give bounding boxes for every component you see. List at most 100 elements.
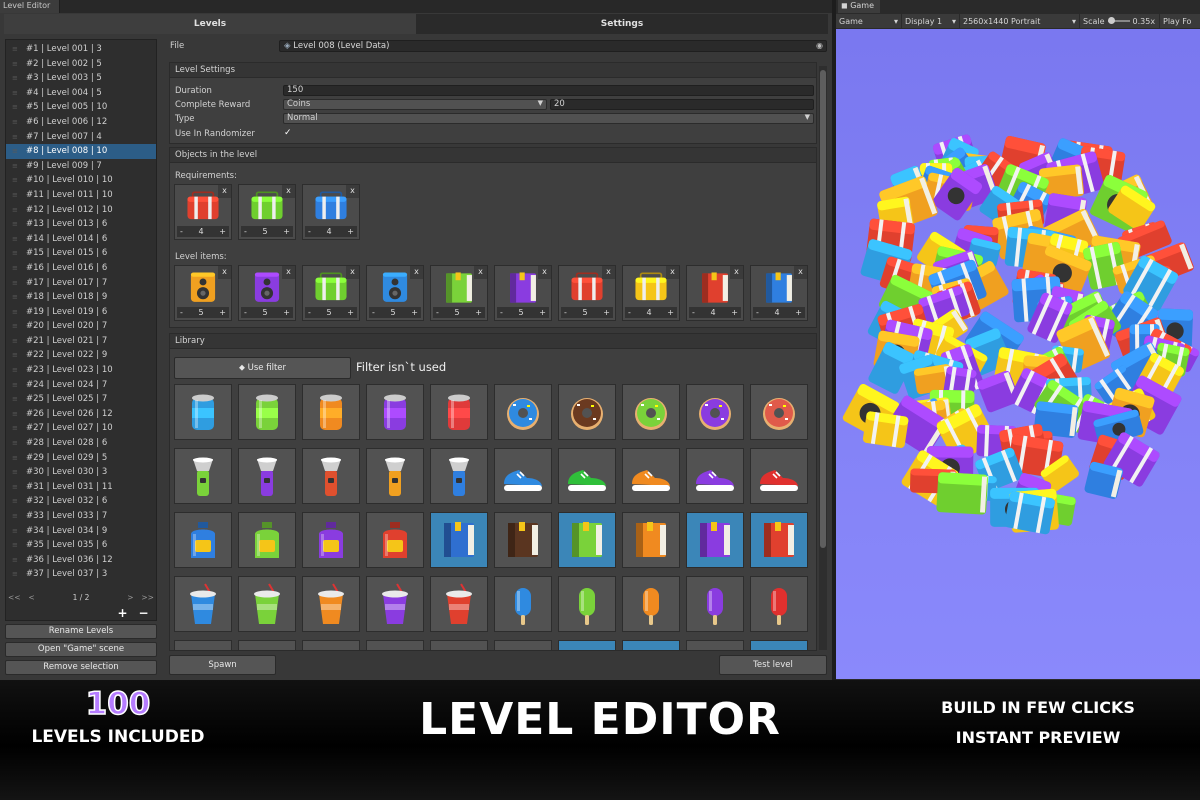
drag-handle-icon[interactable]: ≡ [12,421,26,436]
library-item[interactable] [302,576,360,632]
level-list-item[interactable]: ≡ #3 | Level 003 | 5 [6,71,156,86]
library-item[interactable] [558,448,616,504]
game-viewport[interactable] [836,29,1200,679]
level-list-item[interactable]: ≡ #29 | Level 029 | 5 [6,451,156,466]
library-item[interactable] [430,640,488,650]
drag-handle-icon[interactable]: ≡ [12,173,26,188]
library-item[interactable] [494,448,552,504]
level-list-item[interactable]: ≡ #21 | Level 021 | 7 [6,334,156,349]
tab-levels[interactable]: Levels [4,14,416,34]
increment-button[interactable]: + [603,308,610,317]
drag-handle-icon[interactable]: ≡ [12,42,26,57]
decrement-button[interactable]: - [756,308,759,317]
level-list-item[interactable]: ≡ #12 | Level 012 | 10 [6,203,156,218]
drag-handle-icon[interactable]: ≡ [12,334,26,349]
object-picker-icon[interactable]: ◉ [816,41,823,51]
play-focused-select[interactable]: Play Fo [1160,14,1194,28]
remove-object-button[interactable]: x [346,266,359,279]
use-filter-button[interactable]: ⬥ Use filter [174,357,351,379]
remove-object-button[interactable]: x [218,266,231,279]
level-list-item[interactable]: ≡ #13 | Level 013 | 6 [6,217,156,232]
level-list-item[interactable]: ≡ #31 | Level 031 | 11 [6,480,156,495]
library-item[interactable] [686,640,744,650]
level-list-item[interactable]: ≡ #27 | Level 027 | 10 [6,421,156,436]
library-item[interactable] [750,512,808,568]
library-item[interactable] [750,448,808,504]
drag-handle-icon[interactable]: ≡ [12,71,26,86]
decrement-button[interactable]: - [436,308,439,317]
drag-handle-icon[interactable]: ≡ [12,480,26,495]
drag-handle-icon[interactable]: ≡ [12,567,26,582]
level-object-card[interactable]: x - 5 + [238,184,296,240]
drag-handle-icon[interactable]: ≡ [12,407,26,422]
level-list-item[interactable]: ≡ #34 | Level 034 | 9 [6,524,156,539]
decrement-button[interactable]: - [628,308,631,317]
spawn-button[interactable]: Spawn [169,655,276,675]
library-item[interactable] [430,448,488,504]
game-window-tab[interactable]: ◼ Game [838,0,880,13]
drag-handle-icon[interactable]: ≡ [12,363,26,378]
use-in-randomizer-checkbox[interactable]: ✓ [284,128,294,138]
library-item[interactable] [686,384,744,440]
library-item[interactable] [750,384,808,440]
level-list-item[interactable]: ≡ #8 | Level 008 | 10 [6,144,156,159]
remove-object-button[interactable]: x [474,266,487,279]
library-item[interactable] [494,384,552,440]
decrement-button[interactable]: - [564,308,567,317]
first-page-button[interactable]: << [8,593,21,605]
drag-handle-icon[interactable]: ≡ [12,553,26,568]
library-item[interactable] [494,512,552,568]
drag-handle-icon[interactable]: ≡ [12,348,26,363]
drag-handle-icon[interactable]: ≡ [12,144,26,159]
decrement-button[interactable]: - [180,227,183,236]
remove-object-button[interactable]: x [730,266,743,279]
level-object-card[interactable]: x - 4 + [302,184,360,240]
remove-object-button[interactable]: x [282,185,295,198]
library-item[interactable] [302,512,360,568]
type-select[interactable]: Normal ▼ [283,113,814,124]
level-object-card[interactable]: x - 5 + [430,265,488,321]
drag-handle-icon[interactable]: ≡ [12,100,26,115]
drag-handle-icon[interactable]: ≡ [12,217,26,232]
decrement-button[interactable]: - [244,308,247,317]
increment-button[interactable]: + [219,308,226,317]
level-list-item[interactable]: ≡ #14 | Level 014 | 6 [6,232,156,247]
library-item[interactable] [430,576,488,632]
tab-settings[interactable]: Settings [416,14,828,34]
remove-object-button[interactable]: x [666,266,679,279]
library-item[interactable] [366,384,424,440]
scrollbar-thumb[interactable] [820,70,826,548]
drag-handle-icon[interactable]: ≡ [12,261,26,276]
decrement-button[interactable]: - [372,308,375,317]
library-item[interactable] [622,640,680,650]
level-list-item[interactable]: ≡ #22 | Level 022 | 9 [6,348,156,363]
remove-selection-button[interactable]: Remove selection [5,660,157,675]
editor-window-tab[interactable]: Level Editor [0,0,60,13]
level-list-item[interactable]: ≡ #7 | Level 007 | 4 [6,130,156,145]
library-item[interactable] [238,640,296,650]
library-item[interactable] [366,576,424,632]
library-item[interactable] [686,448,744,504]
increment-button[interactable]: + [475,308,482,317]
duration-input[interactable]: 150 [283,85,814,96]
library-item[interactable] [750,576,808,632]
library-item[interactable] [622,576,680,632]
library-item[interactable] [430,384,488,440]
increment-button[interactable]: + [219,227,226,236]
drag-handle-icon[interactable]: ≡ [12,538,26,553]
open-game-scene-button[interactable]: Open "Game" scene [5,642,157,657]
resolution-select[interactable]: 2560x1440 Portrait ▾ [960,14,1080,28]
library-item[interactable] [238,576,296,632]
remove-object-button[interactable]: x [794,266,807,279]
drag-handle-icon[interactable]: ≡ [12,57,26,72]
last-page-button[interactable]: >> [141,593,154,605]
library-item[interactable] [622,384,680,440]
decrement-button[interactable]: - [308,227,311,236]
level-list-item[interactable]: ≡ #28 | Level 028 | 6 [6,436,156,451]
level-object-card[interactable]: x - 4 + [750,265,808,321]
library-item[interactable] [430,512,488,568]
drag-handle-icon[interactable]: ≡ [12,509,26,524]
level-list-item[interactable]: ≡ #30 | Level 030 | 3 [6,465,156,480]
scale-slider[interactable]: Scale 0.35x [1080,14,1160,28]
library-item[interactable] [686,576,744,632]
